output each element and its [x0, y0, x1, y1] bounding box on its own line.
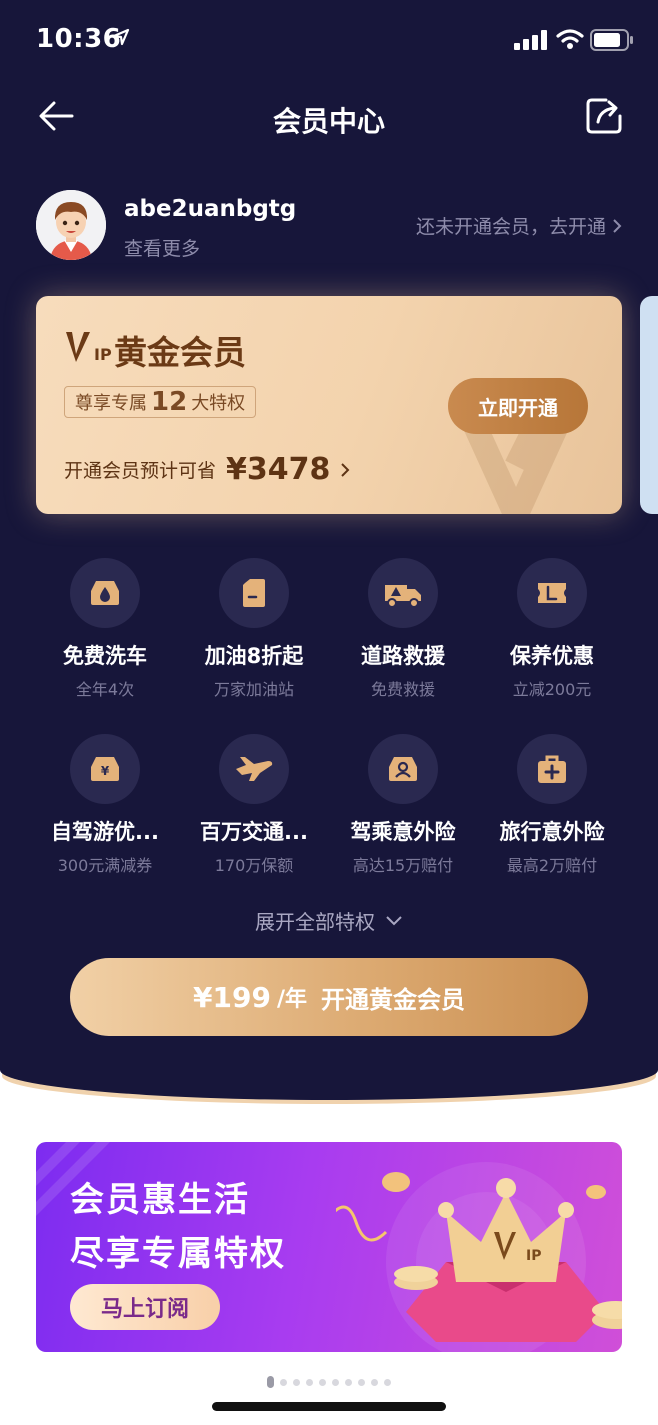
expand-all-privileges[interactable]: 展开全部特权 — [0, 906, 658, 935]
car-wash-icon — [91, 581, 119, 605]
chevron-down-icon — [386, 915, 402, 925]
dark-header-background — [0, 0, 658, 1100]
benefit-road-rescue[interactable]: 道路救援 免费救援 — [333, 558, 473, 700]
join-membership-link[interactable]: 还未开通会员，去开通 — [416, 212, 622, 239]
pager-dot-active[interactable] — [267, 1376, 274, 1388]
open-now-button[interactable]: 立即开通 — [448, 378, 588, 434]
status-bar: 10:36 — [0, 0, 658, 80]
benefit-subtitle: 万家加油站 — [213, 680, 294, 699]
battery-icon — [590, 29, 633, 51]
svg-text:¥: ¥ — [101, 764, 110, 778]
crown-logo-text: IP — [526, 1248, 541, 1264]
benefit-subtitle: 立减200元 — [512, 680, 592, 699]
pager-dot[interactable] — [358, 1378, 365, 1386]
benefit-subtitle: 全年4次 — [75, 680, 135, 699]
pager-dot[interactable] — [306, 1378, 313, 1386]
benefit-subtitle: 高达15万赔付 — [352, 856, 454, 875]
benefit-fuel-discount[interactable]: 加油8折起 万家加油站 — [184, 558, 324, 700]
carousel-pager — [0, 1376, 658, 1388]
medical-kit-icon — [538, 755, 566, 783]
maintenance-ticket-icon — [538, 583, 566, 603]
see-more-link[interactable]: 查看更多 — [124, 234, 200, 261]
vip-logo: IP — [64, 330, 112, 364]
benefit-title: 驾乘意外险 — [350, 820, 456, 844]
benefit-title: 道路救援 — [361, 644, 445, 668]
savings-label: 开通会员预计可省 — [64, 460, 217, 482]
chevron-right-icon — [613, 218, 622, 233]
benefit-title: 百万交通... — [200, 820, 308, 844]
benefit-traffic-insurance[interactable]: 百万交通... 170万保额 — [184, 734, 324, 876]
benefit-title: 免费洗车 — [63, 644, 147, 668]
pager-dot[interactable] — [293, 1378, 300, 1386]
location-arrow-icon — [112, 28, 130, 46]
pager-dot[interactable] — [345, 1378, 352, 1386]
avatar[interactable] — [36, 190, 106, 260]
badge-suffix: 大特权 — [191, 393, 246, 414]
banner-headline-2: 尽享专属特权 — [70, 1234, 286, 1274]
avatar-cartoon-icon — [36, 190, 106, 260]
benefit-road-trip-coupon[interactable]: ¥ 自驾游优... 300元满减券 — [35, 734, 175, 876]
pager-dot[interactable] — [371, 1378, 378, 1386]
chevron-right-icon — [341, 462, 350, 477]
benefit-title: 旅行意外险 — [499, 820, 605, 844]
crown-gift-illustration: IP — [336, 1162, 622, 1352]
expand-all-label: 展开全部特权 — [255, 910, 375, 934]
benefit-driver-accident-insurance[interactable]: 驾乘意外险 高达15万赔付 — [333, 734, 473, 876]
benefit-subtitle: 170万保额 — [214, 856, 294, 875]
driver-insurance-icon — [389, 757, 417, 781]
pager-dot[interactable] — [332, 1378, 339, 1386]
cta-label: 开通黄金会员 — [320, 985, 465, 1014]
promo-banner[interactable]: IP 会员惠生活 尽享专属特权 马上订阅 — [36, 1142, 622, 1352]
vip-card-title: 黄金会员 — [114, 333, 246, 372]
pager-dot[interactable] — [280, 1378, 287, 1386]
cta-unit: /年 — [276, 987, 307, 1012]
fuel-icon — [243, 579, 265, 607]
benefit-travel-accident-insurance[interactable]: 旅行意外险 最高2万赔付 — [482, 734, 622, 876]
cta-price: ¥199 — [193, 980, 271, 1014]
rescue-truck-icon — [385, 585, 421, 608]
subscribe-now-button[interactable]: 马上订阅 — [70, 1284, 220, 1330]
pager-dot[interactable] — [384, 1378, 391, 1386]
vip-privilege-badge: 尊享专属 12 大特权 — [64, 386, 257, 418]
benefit-title: 加油8折起 — [204, 644, 304, 668]
username: abe2uanbgtg — [124, 196, 297, 222]
home-indicator[interactable] — [212, 1402, 446, 1411]
benefit-title: 自驾游优... — [51, 820, 159, 844]
benefit-free-car-wash[interactable]: 免费洗车 全年4次 — [35, 558, 175, 700]
share-icon[interactable] — [584, 96, 624, 136]
page-title: 会员中心 — [272, 105, 385, 138]
pager-dot[interactable] — [319, 1378, 326, 1386]
join-membership-label: 还未开通会员，去开通 — [415, 216, 606, 238]
next-card-peek[interactable] — [640, 296, 658, 514]
benefit-maintenance-discount[interactable]: 保养优惠 立减200元 — [482, 558, 622, 700]
banner-headline-1: 会员惠生活 — [70, 1180, 250, 1220]
plane-icon — [236, 757, 273, 781]
wifi-icon — [556, 29, 584, 49]
vip-logo-text: IP — [94, 345, 112, 364]
estimated-savings[interactable]: 开通会员预计可省 ¥3478 — [64, 452, 350, 487]
cellular-signal-icon — [514, 30, 547, 50]
benefit-subtitle: 免费救援 — [370, 680, 435, 699]
status-time: 10:36 — [36, 24, 122, 54]
benefit-title: 保养优惠 — [510, 644, 594, 668]
benefit-subtitle: 最高2万赔付 — [506, 856, 598, 875]
badge-prefix: 尊享专属 — [75, 393, 147, 414]
car-coupon-icon: ¥ — [91, 757, 119, 781]
savings-amount: ¥3478 — [226, 452, 331, 487]
vip-gold-card[interactable]: IP 黄金会员 尊享专属 12 大特权 立即开通 开通会员预计可省 ¥3478 — [36, 296, 622, 514]
benefit-subtitle: 300元满减券 — [57, 856, 153, 875]
vip-v-icon — [66, 332, 90, 362]
open-gold-membership-button[interactable]: ¥199 /年 开通黄金会员 — [70, 958, 588, 1036]
badge-number: 12 — [151, 387, 188, 417]
